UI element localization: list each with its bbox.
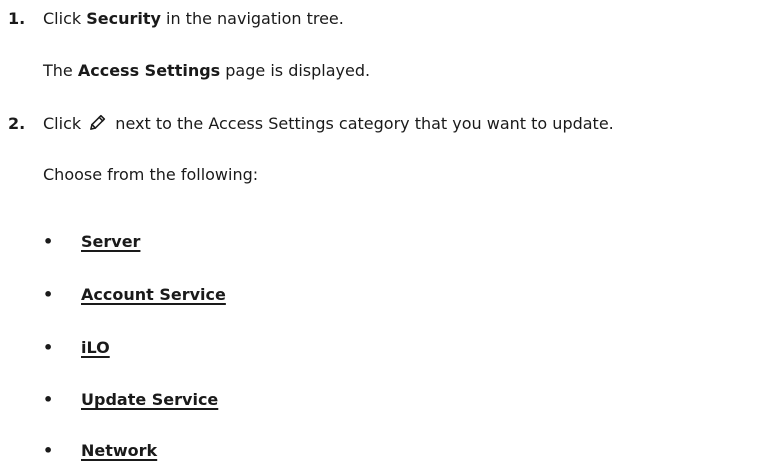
bullet: • [43,441,54,460]
pencil-edit-icon [90,114,106,130]
step-number: 1. [8,9,26,28]
list-item-update-service: • Update Service [43,390,218,409]
procedure-document: 1. Click Security in the navigation tree… [0,0,762,464]
bullet: • [43,285,54,304]
step-1-text: Click Security in the navigation tree. [43,9,344,28]
bullet: • [43,338,54,357]
step-1: 1. Click Security in the navigation tree… [8,9,344,28]
bullet: • [43,232,54,251]
list-item-ilo: • iLO [43,338,110,357]
choose-instruction: Choose from the following: [43,165,259,184]
access-settings-term: Access Settings [77,61,221,80]
list-item-server: • Server [43,232,140,251]
step-2-text: Click next to the Access Settings catego… [43,114,614,133]
list-item-network: • Network [43,441,157,460]
bullet: • [43,390,54,409]
step-1-result: The Access Settings page is displayed. [43,61,371,80]
step-2: 2. Click next to the Access Settings cat… [8,113,614,133]
security-term: Security [86,9,161,28]
list-item-account-service: • Account Service [43,285,226,304]
account-service-link[interactable]: Account Service [81,285,226,304]
server-link[interactable]: Server [81,232,140,251]
ilo-link[interactable]: iLO [81,338,110,357]
network-link[interactable]: Network [81,441,157,460]
step-number: 2. [8,114,26,133]
update-service-link[interactable]: Update Service [81,390,218,409]
